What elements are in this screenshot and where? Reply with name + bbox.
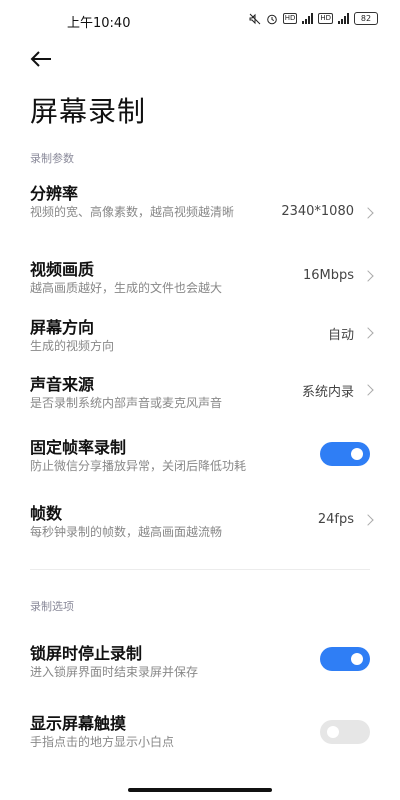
setting-value: 16Mbps [302,268,354,283]
page-title: 屏幕录制 [30,95,147,128]
setting-value: 系统内录 [301,385,354,400]
setting-value: 24fps [317,512,354,527]
hd-icon: HD [282,13,298,24]
setting-subtitle: 是否录制系统内部声音或麦克风声音 [30,396,223,410]
setting-title: 帧数 [30,504,63,523]
setting-lock-stop: 锁屏时停止录制 进入锁屏界面时结束录屏并保存 [0,640,400,684]
setting-subtitle: 进入锁屏界面时结束录屏并保存 [30,665,199,679]
alarm-icon [266,14,277,24]
signal-icon [338,13,349,24]
setting-quality[interactable]: 视频画质 越高画质越好，生成的文件也会越大 16Mbps [0,256,400,300]
section-header-options: 录制选项 [30,600,74,613]
status-icons: HD HD 82 [249,12,378,25]
toggle-knob [351,448,363,460]
setting-subtitle: 视频的宽、高像素数，越高视频越清晰 [30,205,235,219]
setting-value: 2340*1080 [281,204,354,219]
signal-icon [302,13,314,24]
battery-icon: 82 [354,12,378,25]
back-arrow-icon [30,51,51,67]
home-indicator [128,788,272,792]
lock-stop-toggle[interactable] [320,647,370,671]
chevron-right-icon [362,270,374,282]
setting-subtitle: 防止微信分享播放异常，关闭后降低功耗 [30,459,247,473]
back-button[interactable] [28,46,58,72]
status-bar: 上午10:40 HD HD 82 [0,0,400,40]
setting-title: 锁屏时停止录制 [30,644,143,663]
section-header-params: 录制参数 [30,152,74,165]
setting-title: 屏幕方向 [30,318,95,337]
chevron-right-icon [362,514,374,526]
status-time: 上午10:40 [67,16,131,31]
show-touches-toggle[interactable] [320,720,370,744]
setting-subtitle: 越高画质越好，生成的文件也会越大 [30,281,223,295]
fixed-fps-toggle[interactable] [320,442,370,466]
setting-fixed-fps: 固定帧率录制 防止微信分享播放异常，关闭后降低功耗 [0,434,400,478]
setting-title: 分辨率 [30,184,79,203]
setting-orientation[interactable]: 屏幕方向 生成的视频方向 自动 [0,314,400,358]
setting-subtitle: 手指点击的地方显示小白点 [30,735,175,749]
setting-title: 视频画质 [30,260,95,279]
setting-fps[interactable]: 帧数 每秒钟录制的帧数，越高画面越流畅 24fps [0,500,400,544]
setting-value: 自动 [327,328,354,343]
section-divider [30,569,370,570]
setting-show-touches: 显示屏幕触摸 手指点击的地方显示小白点 [0,710,400,754]
setting-resolution[interactable]: 分辨率 视频的宽、高像素数，越高视频越清晰 2340*1080 [0,180,400,242]
chevron-right-icon [362,384,374,396]
toggle-knob [351,653,363,665]
toggle-knob [327,726,339,738]
setting-title: 固定帧率录制 [30,438,127,457]
chevron-right-icon [362,207,374,219]
setting-title: 声音来源 [30,375,95,394]
chevron-right-icon [362,327,374,339]
hd-icon: HD [318,13,333,24]
setting-subtitle: 生成的视频方向 [30,339,115,353]
setting-audio-source[interactable]: 声音来源 是否录制系统内部声音或麦克风声音 系统内录 [0,371,400,415]
muted-icon [249,13,261,24]
setting-subtitle: 每秒钟录制的帧数，越高画面越流畅 [30,525,223,539]
setting-title: 显示屏幕触摸 [30,714,127,733]
